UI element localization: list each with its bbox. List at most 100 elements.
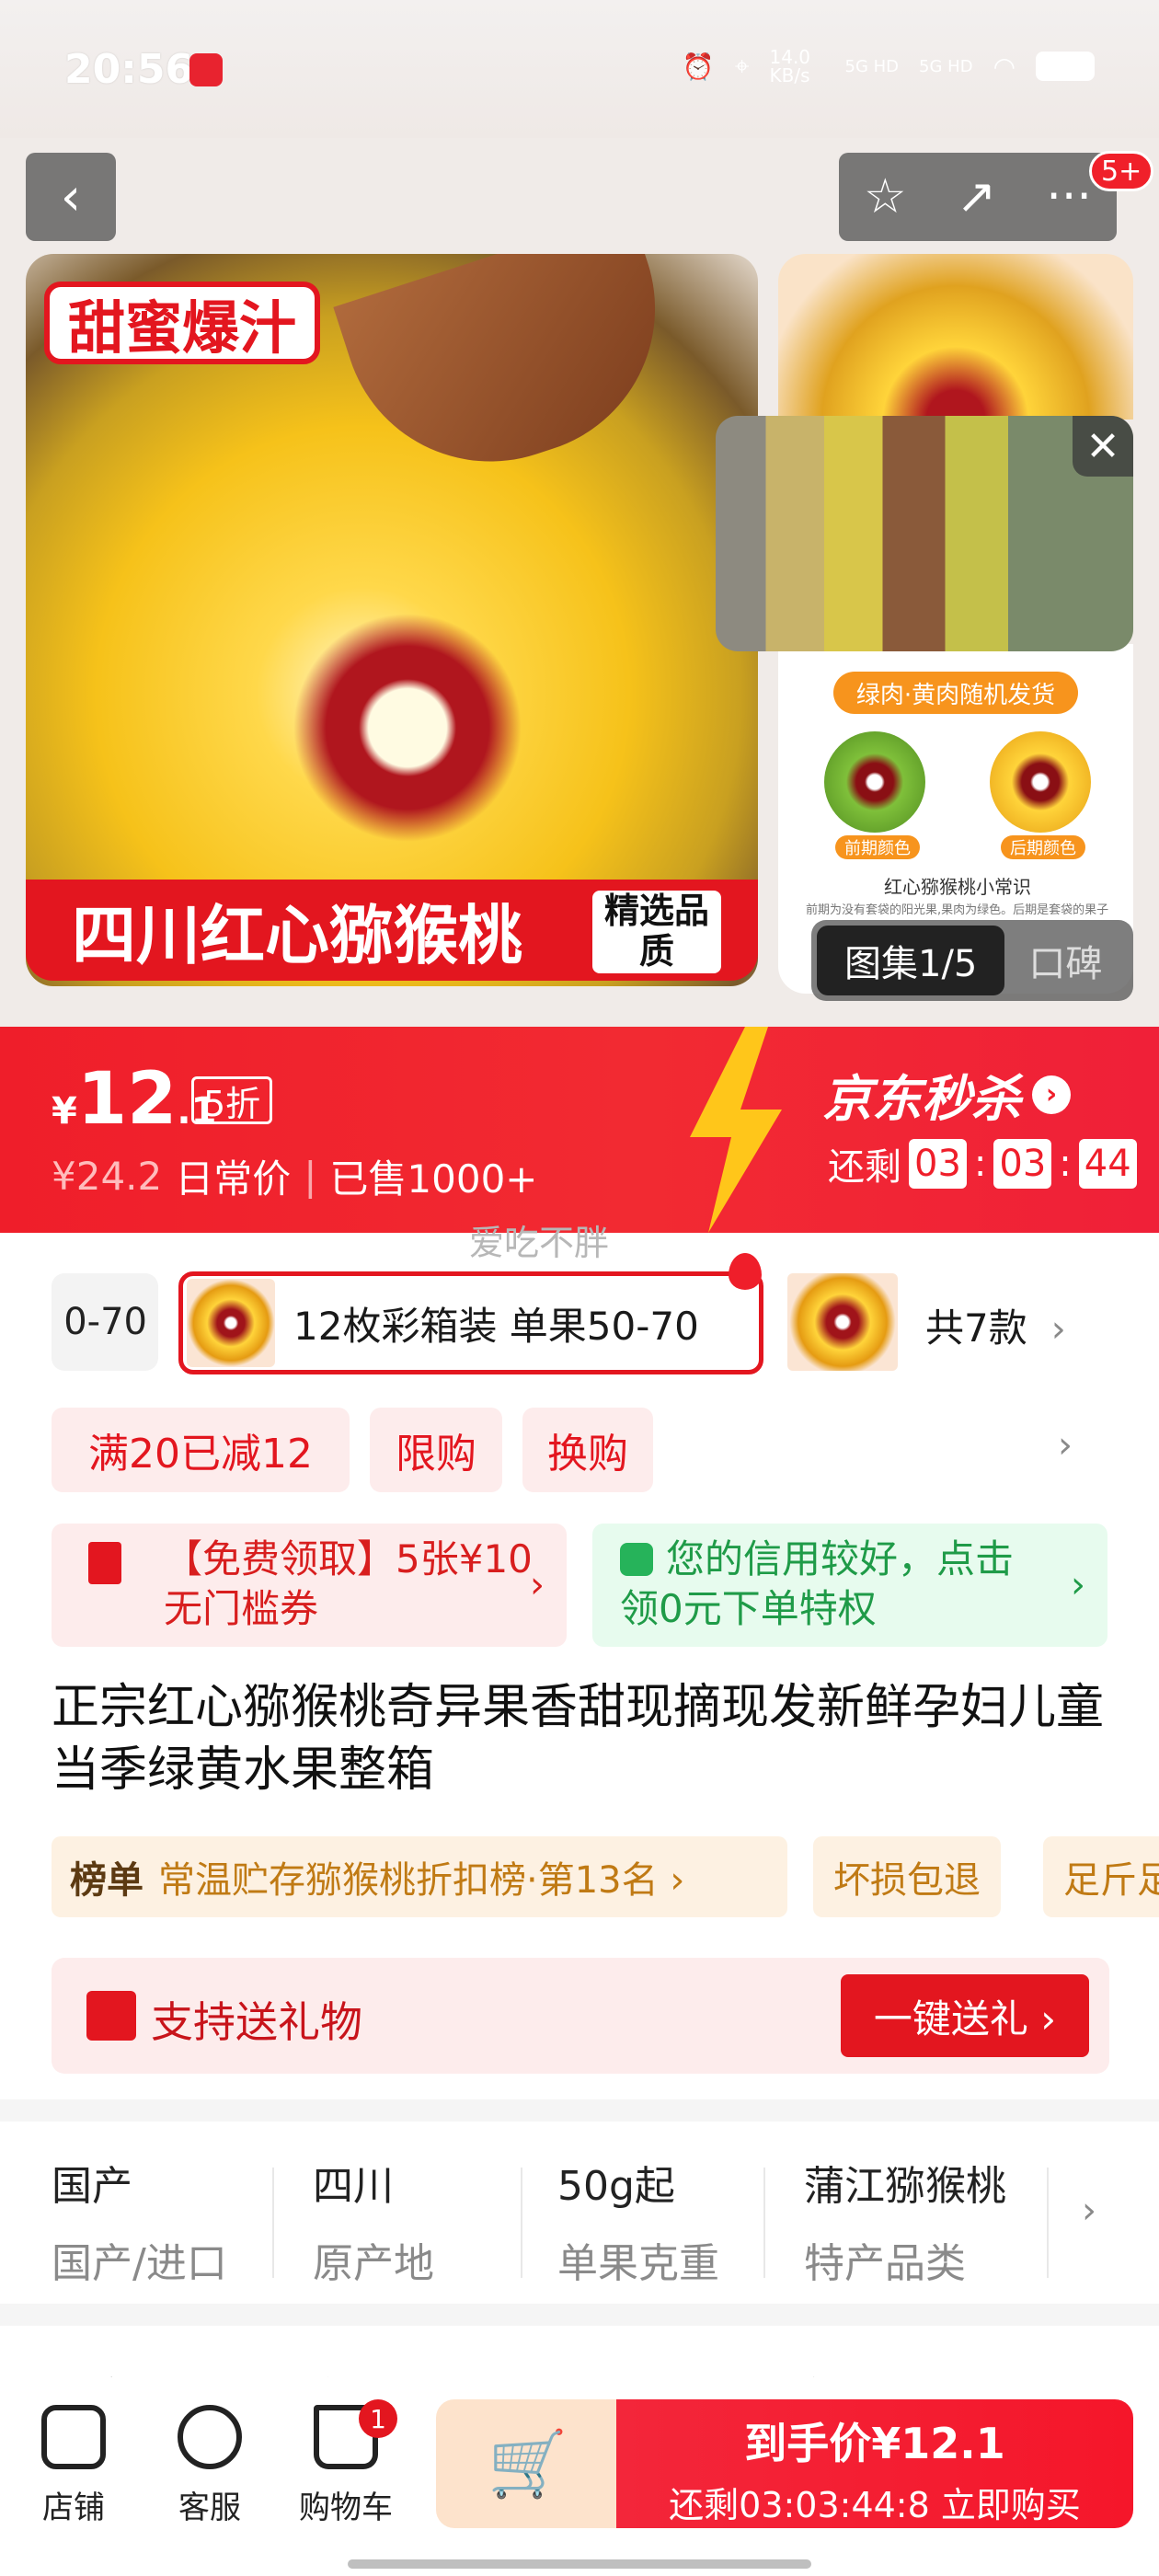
- yellow-kiwi-graphic: [990, 731, 1091, 833]
- countdown-sep: :: [1059, 1143, 1072, 1185]
- coupon-text: 【免费领取】5张¥10无门槛券: [164, 1536, 533, 1631]
- promo-tag[interactable]: 换购: [522, 1408, 653, 1492]
- attr-key: 原产地: [313, 2240, 434, 2287]
- more-icon[interactable]: ···: [1046, 169, 1092, 224]
- reviews-tab[interactable]: 口碑: [1028, 934, 1102, 987]
- status-time: 20:56: [64, 46, 194, 93]
- spoon-graphic: [333, 254, 694, 500]
- store-button[interactable]: 店铺: [18, 2405, 129, 2527]
- credit-text: 您的信用较好，点击领0元下单特权: [620, 1536, 1015, 1631]
- attr-value: 国产: [52, 2163, 132, 2210]
- sku-count[interactable]: 共7款 ›: [925, 1297, 1066, 1353]
- service-tag[interactable]: 足斤足: [1043, 1836, 1159, 1917]
- label-early: 前期颜色: [835, 835, 920, 859]
- promo-tag[interactable]: 满20已减12: [52, 1408, 350, 1492]
- attr-key: 国产/进口: [52, 2240, 227, 2287]
- section-divider: [0, 2099, 1159, 2122]
- label-late: 后期颜色: [1001, 835, 1085, 859]
- discount-badge: 5折: [191, 1076, 273, 1124]
- attr-key: 特产品类: [804, 2240, 966, 2287]
- app-notification-icon: [189, 53, 223, 86]
- countdown-hours: 03: [909, 1139, 967, 1189]
- attribute-origin: 四川 原产地: [313, 2153, 543, 2289]
- chevron-right-icon: ›: [1071, 1564, 1085, 1606]
- rank-label: 榜单: [70, 1859, 143, 1902]
- attr-divider: [763, 2168, 765, 2278]
- original-price: ¥24.2: [52, 1154, 163, 1199]
- image-banner-text: 四川红心猕猴桃: [72, 897, 522, 973]
- original-price-label: 日常价: [175, 1156, 292, 1202]
- buy-price: 到手价¥12.1: [744, 2419, 1005, 2468]
- service-button[interactable]: 客服: [155, 2405, 265, 2527]
- gallery-tab[interactable]: 图集1/5: [817, 926, 1005, 995]
- signal-1: 5G HD: [844, 56, 900, 76]
- seckill-label: 京东秒杀: [822, 1070, 1021, 1128]
- rank-text: 常温贮存猕猴桃折扣榜·第13名 ›: [158, 1859, 685, 1902]
- countdown: 还剩 03 : 03 : 44: [828, 1137, 1137, 1190]
- sku-count-label: 共7款: [925, 1305, 1027, 1351]
- divider: |: [304, 1154, 317, 1199]
- image-banner-badge: 精选品质: [592, 891, 721, 973]
- price-subline: ¥24.2 日常价 | 已售1000+: [52, 1148, 538, 1204]
- sku-option-prev[interactable]: 0-70: [52, 1273, 158, 1371]
- main-product-image[interactable]: 甜蜜爆汁 四川红心猕猴桃 精选品质: [26, 254, 758, 986]
- watermark: 爱吃不胖: [469, 1223, 610, 1263]
- back-button[interactable]: ‹: [26, 153, 116, 241]
- thumbnail-1[interactable]: [778, 254, 1133, 420]
- thumb-note: 红心猕猴桃小常识: [884, 876, 1031, 898]
- gift-icon: [86, 1991, 136, 2041]
- green-kiwi-graphic: [824, 731, 925, 833]
- send-gift-button[interactable]: 一键送礼 ›: [841, 1974, 1089, 2057]
- attr-divider: [1047, 2168, 1049, 2278]
- message-badge: 5+: [1089, 151, 1154, 191]
- wifi-icon: ◠: [993, 51, 1016, 82]
- attr-divider: [272, 2168, 274, 2278]
- gift-row: 支持送礼物 一键送礼 ›: [52, 1958, 1109, 2074]
- star-icon[interactable]: ☆: [864, 169, 907, 224]
- cart-badge: 1: [359, 2399, 397, 2438]
- countdown-minutes: 03: [993, 1139, 1052, 1189]
- image-tag: 甜蜜爆汁: [44, 282, 321, 364]
- attr-value: 四川: [313, 2163, 394, 2210]
- store-label: 店铺: [42, 2490, 105, 2526]
- service-tag[interactable]: 坏损包退: [813, 1836, 1001, 1917]
- lightning-icon: [690, 1027, 782, 1233]
- buy-sub: 还剩03:03:44:8 立即购买: [669, 2485, 1081, 2525]
- sku-option-selected[interactable]: 12枚彩箱装 单果50-70: [178, 1271, 763, 1374]
- chevron-right-icon: ›: [530, 1564, 545, 1606]
- add-cart-icon: 🛒: [488, 2425, 568, 2501]
- rank-tag[interactable]: 榜单 常温贮存猕猴桃折扣榜·第13名 ›: [52, 1836, 787, 1917]
- home-indicator[interactable]: [348, 2559, 811, 2569]
- chevron-right-icon: ›: [1039, 1308, 1066, 1351]
- attr-value: 50g起: [557, 2163, 675, 2210]
- smile-icon: [178, 2405, 242, 2469]
- chevron-right-icon[interactable]: ›: [1058, 1424, 1073, 1466]
- coupon-icon: [88, 1542, 121, 1584]
- thumb-title: 绿肉·黄肉随机发货: [833, 672, 1078, 714]
- sku-option-next[interactable]: [787, 1273, 898, 1371]
- attribute-weight: 50g起 单果克重: [557, 2153, 787, 2289]
- countdown-sep: :: [973, 1143, 987, 1185]
- sku-thumbnail: [187, 1279, 275, 1367]
- coupon-card[interactable]: 【免费领取】5张¥10无门槛券 ›: [52, 1524, 567, 1647]
- attr-key: 单果克重: [557, 2240, 719, 2287]
- countdown-seconds: 44: [1078, 1139, 1137, 1189]
- promo-tag[interactable]: 限购: [370, 1408, 502, 1492]
- credit-card[interactable]: 您的信用较好，点击领0元下单特权 ›: [592, 1524, 1107, 1647]
- buy-now-button[interactable]: 到手价¥12.1 还剩03:03:44:8 立即购买: [616, 2399, 1133, 2528]
- floating-video[interactable]: [716, 416, 1133, 651]
- battery-icon: [1036, 52, 1095, 81]
- close-icon[interactable]: ✕: [1073, 416, 1133, 477]
- signal-2: 5G HD: [919, 56, 973, 76]
- chevron-right-icon[interactable]: ›: [1082, 2190, 1096, 2232]
- store-icon: [41, 2405, 106, 2469]
- attribute-origin-type: 国产 国产/进口: [52, 2153, 281, 2289]
- location-icon: ⌖: [734, 51, 750, 81]
- gallery-switch: 图集1/5 口碑: [811, 920, 1133, 1001]
- share-icon[interactable]: ↗: [957, 169, 997, 224]
- section-divider: [0, 2304, 1159, 2326]
- add-to-cart-button[interactable]: 🛒: [436, 2399, 620, 2528]
- chevron-right-icon: ›: [1032, 1075, 1071, 1114]
- hot-icon: [729, 1253, 762, 1290]
- seckill-link[interactable]: 京东秒杀 ›: [822, 1058, 1071, 1131]
